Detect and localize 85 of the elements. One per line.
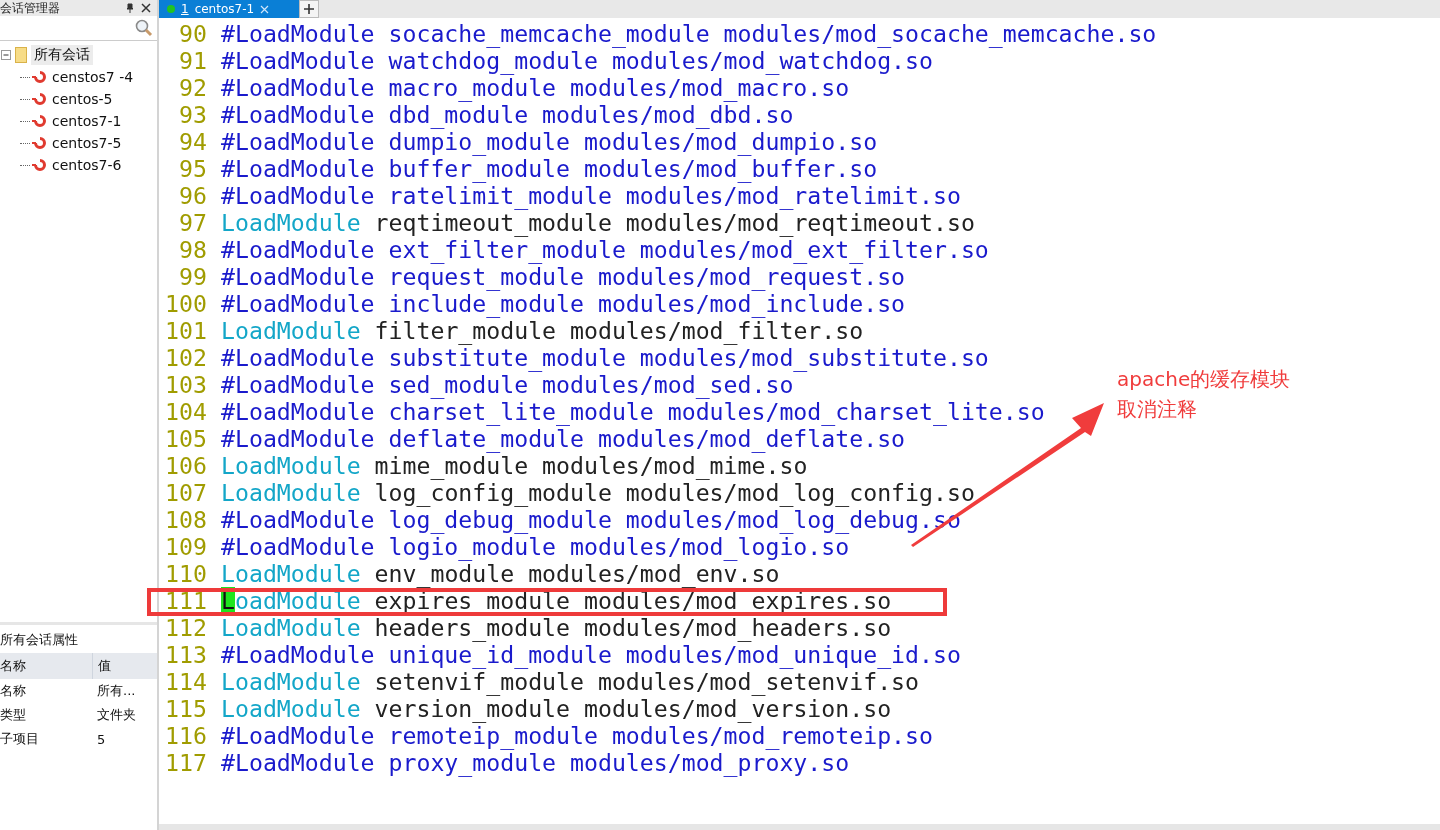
line-number: 117 — [164, 749, 207, 776]
code-line: LoadModule headers_module modules/mod_headers.so — [221, 614, 892, 641]
swirl-icon — [32, 158, 48, 172]
line-number: 96 — [178, 182, 207, 209]
line-number: 91 — [178, 47, 207, 74]
code-line: #LoadModule deflate_module modules/mod_deflate.so — [221, 425, 906, 452]
line-number: 109 — [164, 533, 207, 560]
line-number: 114 — [164, 668, 207, 695]
code-line: #LoadModule proxy_module modules/mod_proxy.so — [221, 749, 850, 776]
panel-title: 所有会话属性 — [0, 631, 79, 649]
line-number: 95 — [178, 155, 207, 182]
line-number: 107 — [164, 479, 207, 506]
code-line: #LoadModule socache_memcache_module modules/mod_socache_memcache.so — [221, 20, 1157, 47]
line-number: 110 — [164, 560, 207, 587]
code-line: #LoadModule request_module modules/mod_request.so — [221, 263, 906, 290]
tree-item[interactable]: centos-5 — [52, 91, 113, 107]
add-tab-button[interactable] — [299, 0, 319, 18]
line-number: 93 — [178, 101, 207, 128]
table-cell-text: 所有... — [96, 682, 136, 700]
swirl-icon — [32, 114, 48, 128]
line-number: 111 — [164, 587, 207, 614]
code-line: LoadModule reqtimeout_module modules/mod_reqtimeout.so — [221, 209, 975, 236]
line-number: 116 — [164, 722, 207, 749]
code-line: #LoadModule charset_lite_module modules/mod_charset_lite.so — [221, 398, 1045, 425]
table-cell-text: 类型 — [0, 706, 27, 724]
code-line: #LoadModule ext_filter_module modules/mod_ext_filter.so — [221, 236, 989, 263]
swirl-icon — [32, 136, 48, 150]
table-cell-text: 子项目 — [0, 730, 40, 748]
code-line: #LoadModule dumpio_module modules/mod_dumpio.so — [221, 128, 878, 155]
line-number: 90 — [178, 20, 207, 47]
code-line: #LoadModule logio_module modules/mod_logio.so — [221, 533, 850, 560]
close-icon[interactable] — [141, 3, 151, 13]
line-number: 108 — [164, 506, 207, 533]
line-number: 103 — [164, 371, 207, 398]
code-line: #LoadModule ratelimit_module modules/mod_ratelimit.so — [221, 182, 961, 209]
line-number: 106 — [164, 452, 207, 479]
table-cell-text: 5 — [96, 731, 106, 747]
panel-title: 会话管理器 — [0, 0, 61, 17]
code-line: #LoadModule dbd_module modules/mod_dbd.so — [221, 101, 794, 128]
code-line: LoadModule version_module modules/mod_version.so — [221, 695, 892, 722]
code-line: #LoadModule watchdog_module modules/mod_watchdog.so — [221, 47, 933, 74]
collapse-icon[interactable] — [1, 50, 11, 60]
line-number: 113 — [164, 641, 207, 668]
line-number: 105 — [164, 425, 207, 452]
line-number: 97 — [178, 209, 207, 236]
swirl-icon — [32, 92, 48, 106]
code-line: LoadModule env_module modules/mod_env.so — [221, 560, 780, 587]
code-line: #LoadModule buffer_module modules/mod_buffer.so — [221, 155, 878, 182]
pin-icon[interactable] — [125, 3, 135, 13]
line-number: 101 — [164, 317, 207, 344]
table-cell-text: 文件夹 — [96, 706, 136, 724]
annotation-text: apache的缓存模块 取消注释 — [1117, 366, 1291, 423]
line-number: 102 — [164, 344, 207, 371]
plus-icon — [304, 4, 314, 14]
line-number: 115 — [164, 695, 207, 722]
code-line: #LoadModule substitute_module modules/mod_substitute.so — [221, 344, 989, 371]
code-line: LoadModule log_config_module modules/mod_log_config.so — [221, 479, 975, 506]
tree-item[interactable]: 所有会话 — [31, 45, 93, 65]
line-number: 92 — [178, 74, 207, 101]
code-line: #LoadModule include_module modules/mod_include.so — [221, 290, 906, 317]
tree-item[interactable]: centos7-6 — [52, 157, 122, 173]
line-number: 98 — [178, 236, 207, 263]
table-cell-text: 名称 — [0, 682, 27, 700]
tree-item[interactable]: censtos7 -4 — [52, 69, 134, 85]
session-tab[interactable]: 1 centos7-1 — [159, 0, 299, 18]
line-number: 112 — [164, 614, 207, 641]
code-line: LoadModule filter_module modules/mod_filter.so — [221, 317, 864, 344]
tree-item[interactable]: centos7-5 — [52, 135, 122, 151]
line-number: 99 — [178, 263, 207, 290]
code-line: #LoadModule sed_module modules/mod_sed.so — [221, 371, 794, 398]
code-line: #LoadModule macro_module modules/mod_macro.so — [221, 74, 850, 101]
column-header: 名称 — [0, 653, 93, 679]
column-header: 值 — [97, 657, 111, 675]
swirl-icon — [32, 70, 48, 84]
line-number: 94 — [178, 128, 207, 155]
line-number: 100 — [164, 290, 207, 317]
code-line: #LoadModule remoteip_module modules/mod_remoteip.so — [221, 722, 933, 749]
code-line: LoadModule mime_module modules/mod_mime.so — [221, 452, 808, 479]
line-number: 104 — [164, 398, 207, 425]
code-line: LoadModule setenvif_module modules/mod_setenvif.so — [221, 668, 920, 695]
folder-icon — [15, 47, 27, 63]
tree-item[interactable]: centos7-1 — [52, 113, 122, 129]
code-line: #LoadModule unique_id_module modules/mod_unique_id.so — [221, 641, 961, 668]
code-line: LoadModule expires_module modules/mod_expires.so — [221, 587, 892, 614]
search-icon[interactable] — [135, 19, 153, 37]
